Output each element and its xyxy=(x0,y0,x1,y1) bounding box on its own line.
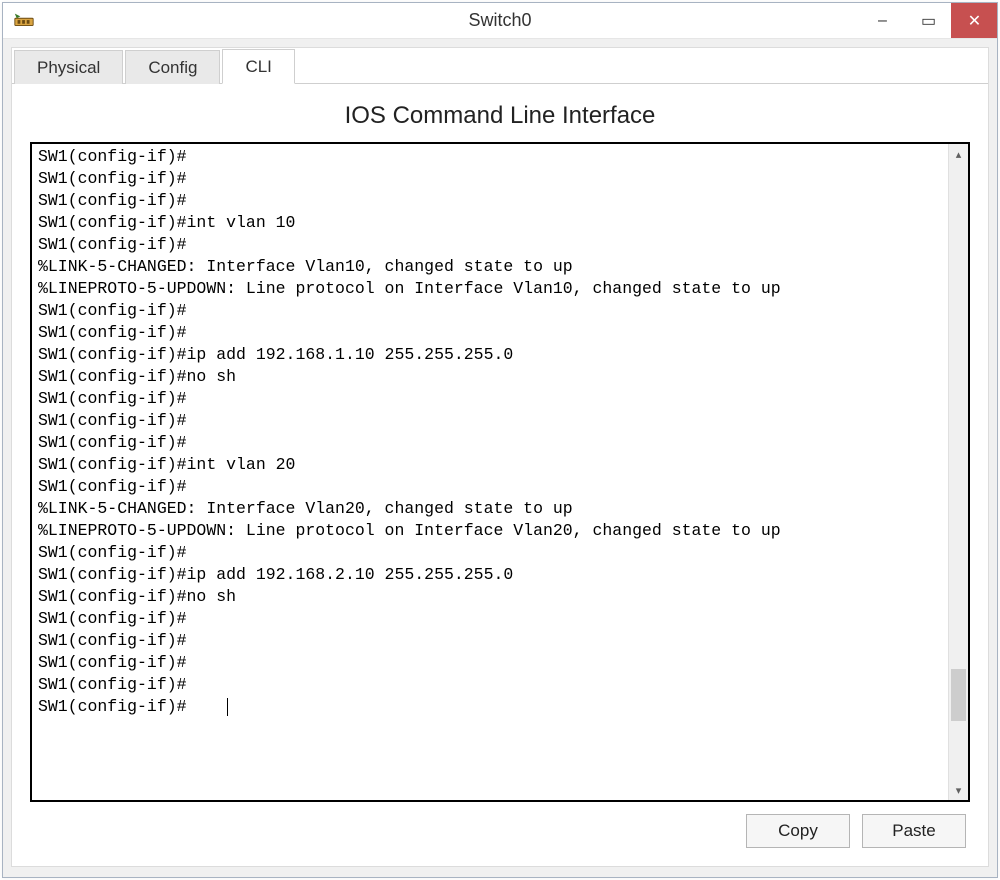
maximize-button[interactable]: ▭ xyxy=(905,3,951,38)
switch-device-icon xyxy=(13,10,35,32)
terminal-line: SW1(config-if)# xyxy=(38,322,942,344)
minimize-icon: – xyxy=(878,12,887,30)
client-area: Physical Config CLI IOS Command Line Int… xyxy=(3,39,997,877)
terminal-line: %LINK-5-CHANGED: Interface Vlan20, chang… xyxy=(38,498,942,520)
tab-label: Config xyxy=(148,58,197,77)
terminal-line: SW1(config-if)# xyxy=(38,674,942,696)
terminal-line: SW1(config-if)# xyxy=(38,234,942,256)
terminal-line: SW1(config-if)# xyxy=(38,696,942,718)
titlebar[interactable]: Switch0 – ▭ ✕ xyxy=(3,3,997,39)
copy-button[interactable]: Copy xyxy=(746,814,850,848)
terminal-line: SW1(config-if)# xyxy=(38,388,942,410)
button-label: Copy xyxy=(778,821,818,841)
scroll-up-button[interactable]: ▴ xyxy=(949,144,968,164)
terminal-line: SW1(config-if)#no sh xyxy=(38,366,942,388)
chevron-down-icon: ▾ xyxy=(956,784,962,797)
cli-panel: IOS Command Line Interface SW1(config-if… xyxy=(12,84,988,866)
terminal-scrollbar[interactable]: ▴ ▾ xyxy=(948,144,968,800)
button-row: Copy Paste xyxy=(30,802,970,852)
terminal-line: SW1(config-if)# xyxy=(38,542,942,564)
terminal-line: SW1(config-if)# xyxy=(38,190,942,212)
maximize-icon: ▭ xyxy=(921,11,936,31)
terminal-line: SW1(config-if)# xyxy=(38,168,942,190)
close-icon: ✕ xyxy=(968,11,981,31)
terminal-line: SW1(config-if)#ip add 192.168.2.10 255.2… xyxy=(38,564,942,586)
terminal-line: %LINEPROTO-5-UPDOWN: Line protocol on In… xyxy=(38,278,942,300)
scroll-thumb[interactable] xyxy=(951,669,966,721)
close-button[interactable]: ✕ xyxy=(951,3,997,38)
terminal-line: SW1(config-if)#ip add 192.168.1.10 255.2… xyxy=(38,344,942,366)
tab-cli[interactable]: CLI xyxy=(222,49,294,84)
scroll-down-button[interactable]: ▾ xyxy=(949,780,968,800)
terminal-line: SW1(config-if)#int vlan 10 xyxy=(38,212,942,234)
button-label: Paste xyxy=(892,821,935,841)
app-window: Switch0 – ▭ ✕ Physical Config xyxy=(2,2,998,878)
terminal-line: SW1(config-if)# xyxy=(38,146,942,168)
tab-label: CLI xyxy=(245,57,271,76)
window-controls: – ▭ ✕ xyxy=(859,3,997,38)
terminal[interactable]: SW1(config-if)#SW1(config-if)#SW1(config… xyxy=(32,144,948,800)
paste-button[interactable]: Paste xyxy=(862,814,966,848)
terminal-line: SW1(config-if)# xyxy=(38,630,942,652)
chevron-up-icon: ▴ xyxy=(956,148,962,161)
tab-physical[interactable]: Physical xyxy=(14,50,123,84)
terminal-line: SW1(config-if)# xyxy=(38,608,942,630)
terminal-frame: SW1(config-if)#SW1(config-if)#SW1(config… xyxy=(30,142,970,802)
terminal-line: SW1(config-if)#int vlan 20 xyxy=(38,454,942,476)
tab-label: Physical xyxy=(37,58,100,77)
tab-config[interactable]: Config xyxy=(125,50,220,84)
terminal-line: SW1(config-if)# xyxy=(38,476,942,498)
terminal-line: SW1(config-if)#no sh xyxy=(38,586,942,608)
tab-bar: Physical Config CLI xyxy=(12,48,988,84)
terminal-line: SW1(config-if)# xyxy=(38,432,942,454)
panel-title: IOS Command Line Interface xyxy=(30,102,970,130)
terminal-line: %LINEPROTO-5-UPDOWN: Line protocol on In… xyxy=(38,520,942,542)
minimize-button[interactable]: – xyxy=(859,3,905,38)
content-panel: Physical Config CLI IOS Command Line Int… xyxy=(11,47,989,867)
text-cursor-icon xyxy=(227,698,228,716)
terminal-line: SW1(config-if)# xyxy=(38,652,942,674)
terminal-line: %LINK-5-CHANGED: Interface Vlan10, chang… xyxy=(38,256,942,278)
terminal-line: SW1(config-if)# xyxy=(38,410,942,432)
terminal-line: SW1(config-if)# xyxy=(38,300,942,322)
window-title: Switch0 xyxy=(3,10,997,31)
